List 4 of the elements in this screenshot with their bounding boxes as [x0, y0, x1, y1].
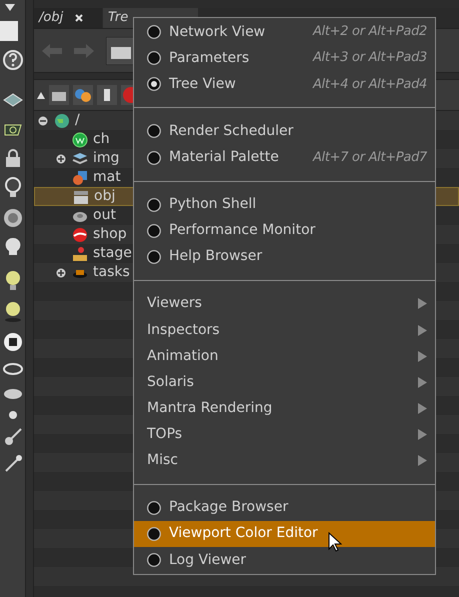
- shortcut-text: Alt+3 or Alt+Pad3: [312, 49, 427, 68]
- shortcut-text: Alt+4 or Alt+Pad4: [312, 76, 427, 94]
- shortcut-text: Alt+2 or Alt+Pad2: [312, 23, 427, 42]
- shortcut-text: Alt+7 or Alt+Pad7: [312, 148, 427, 167]
